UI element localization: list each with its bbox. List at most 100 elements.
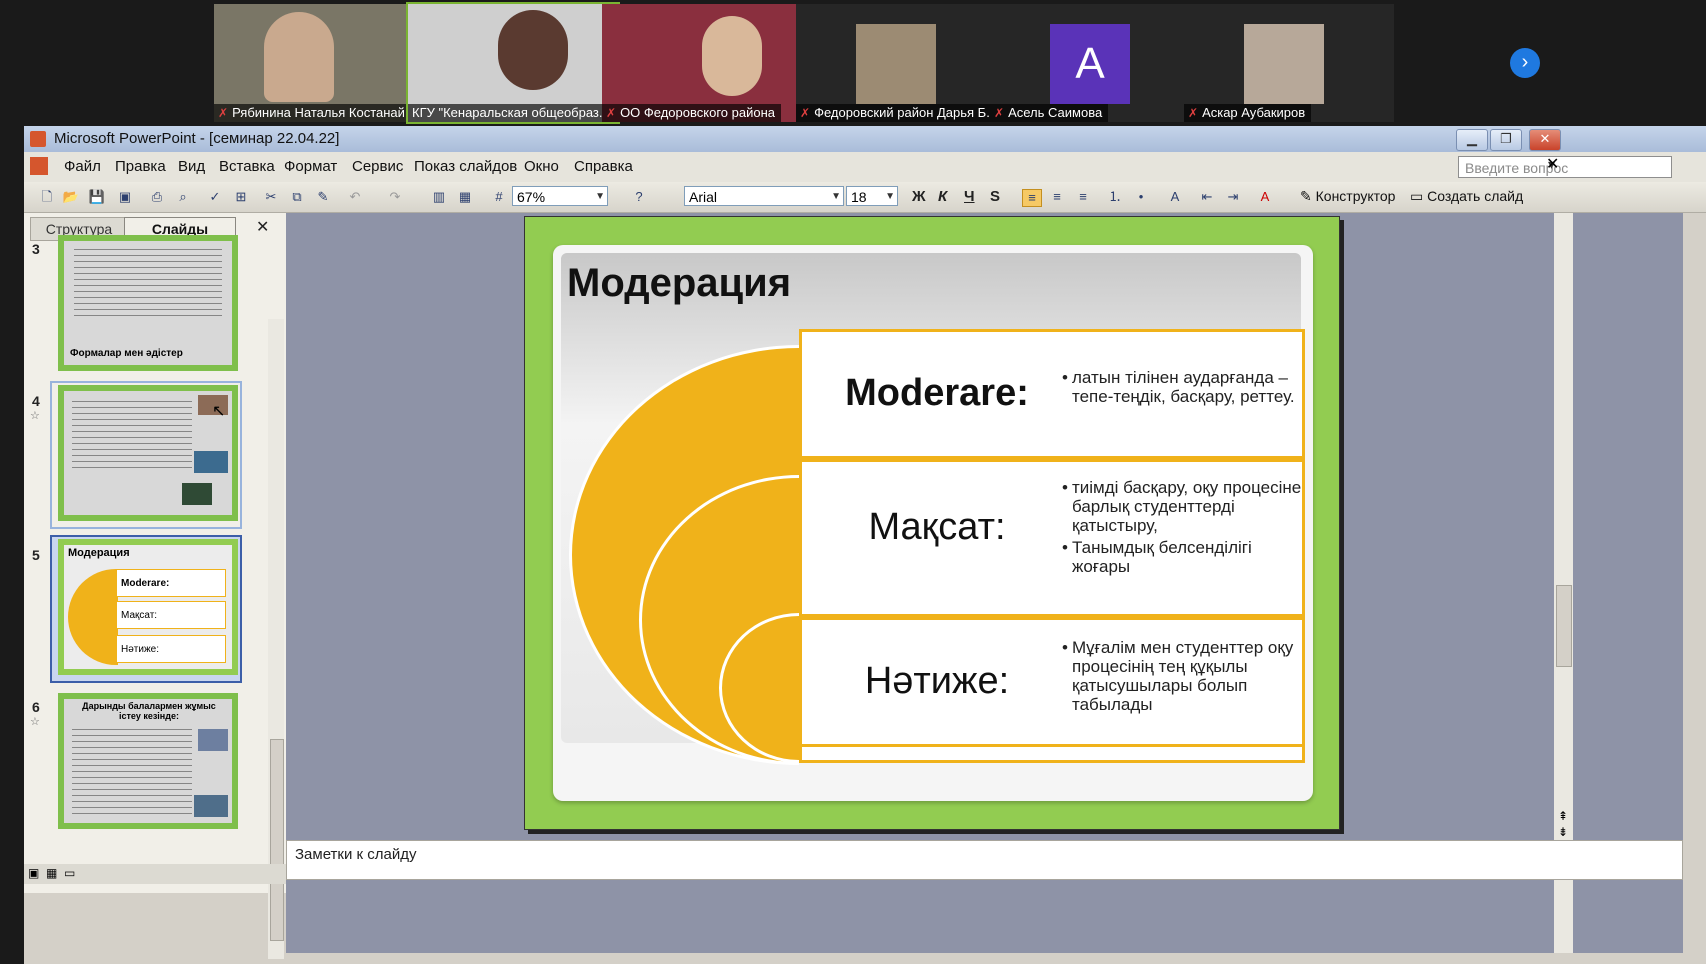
document-icon[interactable] [30,157,48,175]
menu-help[interactable]: Справка [574,158,633,175]
menu-file[interactable]: Файл [64,158,101,175]
chevron-down-icon: ▼ [831,191,841,202]
close-button[interactable]: ✕ [1529,129,1561,151]
slide-title: Модерация [567,261,792,305]
align-left-icon[interactable]: ≡ [1022,189,1042,207]
video-strip: ✗ Рябинина Наталья Костанай ... КГУ "Кена… [0,0,1706,124]
redo-icon[interactable]: ↷ [386,189,404,205]
open-icon[interactable]: 📂 [62,189,80,205]
undo-icon[interactable]: ↶ [346,189,364,205]
slideshow-icon[interactable]: ▭ [64,866,75,880]
normal-view-icon[interactable]: ▣ [28,866,39,880]
row-bullets: Мұғалім мен студенттер оқу процесінің те… [1058,638,1304,717]
previous-slide-icon[interactable]: ⇞ [1558,809,1568,823]
design-icon: ✎ [1300,188,1312,204]
participant-name: ✗ Рябинина Наталья Костанай ... [214,104,424,122]
save-icon[interactable]: 💾 [88,189,106,205]
restore-button[interactable]: ❐ [1490,129,1522,151]
menu-slideshow[interactable]: Показ слайдов [414,158,517,175]
new-slide-icon: ▭ [1410,188,1424,204]
cut-icon[interactable]: ✂ [262,189,280,205]
decrease-indent-icon[interactable]: ⇤ [1198,189,1216,205]
bullet-item: латын тілінен аударғанда – тепе-теңдік, … [1062,368,1304,406]
ask-question-input[interactable]: Введите вопрос [1458,156,1672,178]
zoom-select[interactable]: 67% ▼ [512,186,608,206]
help-icon[interactable]: ? [630,189,648,205]
spelling-icon[interactable]: ✓ [206,189,224,205]
permission-icon[interactable]: ▣ [116,189,134,205]
close-icon[interactable]: ✕ [256,217,269,237]
menu-bar: Файл Правка Вид Вставка Формат Сервис По… [24,152,1706,182]
menu-view[interactable]: Вид [178,158,205,175]
thumbnail-text-lines [72,401,192,471]
participant-video [498,10,568,90]
chevron-down-icon: ▼ [595,191,605,202]
bold-button[interactable]: Ж [912,188,926,205]
font-size-select[interactable]: 18 ▼ [846,186,898,206]
scroll-thumb[interactable] [1556,585,1572,667]
participant-tile-active[interactable]: КГУ "Кенаральская общеобраз... [406,2,620,124]
mic-muted-icon: ✗ [1188,106,1199,120]
notes-pane[interactable]: Заметки к слайду [286,840,1683,880]
slide-thumbnail[interactable]: Дарынды балалармен жұмыс істеу кезінде: [50,689,242,835]
thumbnail-photo [194,795,228,817]
increase-font-icon[interactable]: A [1166,189,1184,205]
slide-thumbnail-selected[interactable]: Модерация Moderare: Мақсат: Нәтиже: [50,535,242,683]
thumbnail-row: Нәтиже: [116,635,226,663]
participant-tile[interactable]: ✗ ОО Федоровского района [602,4,812,122]
menu-window[interactable]: Окно [524,158,559,175]
chevron-right-icon: › [1521,51,1529,73]
print-icon[interactable]: ⎙ [148,189,166,205]
row-bullets: латын тілінен аударғанда – тепе-теңдік, … [1058,368,1304,409]
participant-name: ✗ Асель Саимова [990,104,1109,122]
minimize-button[interactable]: ▁ [1456,129,1488,151]
scroll-thumb[interactable] [270,739,284,941]
menu-insert[interactable]: Вставка [219,158,275,175]
animation-star-icon: ☆ [30,716,40,728]
next-slide-icon[interactable]: ⇟ [1558,825,1568,839]
numbering-icon[interactable]: ⒈ [1106,189,1124,205]
underline-button[interactable]: Ч [964,188,975,205]
powerpoint-window: Microsoft PowerPoint - [семинар 22.04.22… [24,126,1706,964]
mic-muted-icon: ✗ [994,106,1005,120]
new-slide-button[interactable]: ▭ Создать слайд [1410,188,1523,205]
thumbnail-image: Модерация Moderare: Мақсат: Нәтиже: [58,539,238,675]
preview-icon[interactable]: ⌕ [174,189,192,205]
grid-icon[interactable]: # [490,189,508,205]
align-center-icon[interactable]: ≡ [1048,189,1066,205]
design-button[interactable]: ✎ Конструктор [1300,188,1395,205]
notes-placeholder: Заметки к слайду [295,846,417,863]
participant-tile[interactable]: ✗ Федоровский район Дарья Б... [796,4,1006,122]
thumbnail-caption: Дарынды балалармен жұмыс істеу кезінде: [82,701,216,721]
chart-icon[interactable]: ▥ [430,189,448,205]
research-icon[interactable]: ⊞ [232,189,250,205]
participant-tile[interactable]: ✗ Аскар Аубакиров [1184,4,1394,122]
slide-number: 4 [32,393,40,409]
panel-scrollbar[interactable] [268,319,284,959]
thumbnail-content: Модерация Moderare: Мақсат: Нәтиже: [64,545,232,669]
menu-edit[interactable]: Правка [115,158,166,175]
next-page-button[interactable]: › [1510,48,1540,78]
shadow-button[interactable]: S [990,188,1000,205]
bullets-icon[interactable]: • [1132,189,1150,205]
table-icon[interactable]: ▦ [456,189,474,205]
format-painter-icon[interactable]: ✎ [314,189,332,205]
italic-button[interactable]: К [938,188,947,205]
font-select[interactable]: Arial ▼ [684,186,844,206]
close-icon[interactable]: ✕ [1546,154,1559,174]
align-right-icon[interactable]: ≡ [1074,189,1092,205]
row-label: Мақсат: [868,506,1006,548]
slide-thumbnail[interactable]: Формалар мен әдістер [50,231,242,377]
menu-tools[interactable]: Сервис [352,158,403,175]
slide-sorter-icon[interactable]: ▦ [46,866,57,880]
thumbnail-photo [198,729,228,751]
participant-tile[interactable]: A ✗ Асель Саимова [990,4,1200,122]
new-icon[interactable]: 🗋 [38,189,56,205]
current-slide[interactable]: Модерация Moderare: латын тілінен аударғ… [524,216,1340,830]
participant-tile[interactable]: ✗ Рябинина Наталья Костанай ... [214,4,424,122]
increase-indent-icon[interactable]: ⇥ [1224,189,1242,205]
menu-format[interactable]: Формат [284,158,337,175]
slides-panel: Структура Слайды ✕ 3 Формалар мен әдісте… [24,213,287,959]
font-color-icon[interactable]: A [1256,189,1274,205]
copy-icon[interactable]: ⧉ [288,189,306,205]
